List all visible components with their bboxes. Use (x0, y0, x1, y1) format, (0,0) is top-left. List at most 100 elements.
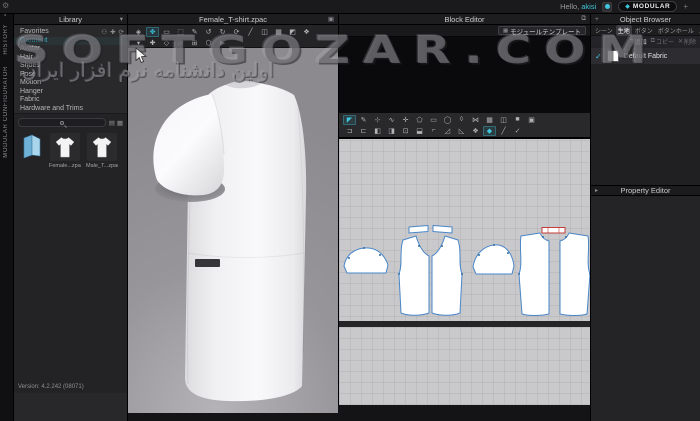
pattern-tool-icon[interactable]: ◆ (483, 126, 496, 136)
library-toolbar-icon[interactable]: ✚ (110, 28, 115, 36)
username-link[interactable]: akisi (581, 2, 596, 11)
object-browser-tab[interactable]: ボタンホール (656, 25, 696, 36)
topbar-plus-icon[interactable]: + (683, 2, 688, 11)
block-editor-header[interactable]: Block Editor ⧉ (339, 14, 590, 25)
fabric-list-item[interactable]: ✓ Default Fabric (591, 48, 700, 64)
library-toolbar-icon[interactable]: ⚇ (101, 28, 107, 36)
add-panel-icon[interactable]: + (595, 16, 599, 23)
pattern-tool-icon[interactable]: ✎ (357, 115, 370, 125)
library-category-item[interactable]: Motion (14, 79, 127, 88)
garment-tab[interactable]: Female_T-shirt.zpac ▣ (128, 14, 338, 25)
pattern-tool-icon[interactable]: ⬠ (413, 115, 426, 125)
library-category-item[interactable]: Hanger (14, 88, 127, 97)
viewport-tool-icon[interactable]: ◫ (258, 27, 271, 37)
object-browser-tab[interactable]: シーン (593, 25, 615, 36)
viewport-tool-icon[interactable]: ✎ (188, 27, 201, 37)
pattern-tool-icon[interactable]: ◊ (455, 115, 468, 125)
pattern-tool-icon[interactable]: ⊏ (357, 126, 370, 136)
pattern-2d-canvas[interactable] (339, 138, 591, 405)
viewport-tool-icon[interactable]: ❖ (300, 27, 313, 37)
fabric-swatch[interactable] (607, 50, 619, 62)
object-action-button[interactable]: ⧉ コピー (651, 37, 674, 46)
viewport-tool-icon[interactable]: ▶ (216, 38, 229, 48)
library-category-item[interactable]: Fabric (14, 96, 127, 105)
tab-options-icon[interactable]: ▣ (328, 15, 334, 23)
viewport-tool-icon[interactable]: ╱ (244, 27, 257, 37)
pattern-tool-icon[interactable]: ⊡ (399, 126, 412, 136)
garment-file-label: Male_T...zpac (86, 163, 118, 169)
viewport-tool-icon[interactable]: ⬚ (174, 27, 187, 37)
garment-file-item[interactable]: Male_T...zpac (86, 133, 118, 169)
pattern-tool-icon[interactable]: ■ (511, 115, 524, 125)
object-browser-panel: + Object Browser シーン生地ボタンボタンホールス.. + 追加 … (590, 14, 700, 421)
viewport-tool-icon[interactable]: ⊞ (188, 38, 201, 48)
pattern-tool-icon[interactable]: ⬓ (413, 126, 426, 136)
object-browser-tab[interactable]: 生地 (616, 25, 632, 36)
viewport-tool-icon[interactable]: ◇ (160, 38, 173, 48)
viewport-tool-icon[interactable]: ✥ (146, 27, 159, 37)
pattern-tool-icon[interactable]: ⌐ (427, 126, 440, 136)
viewport-tool-icon[interactable]: ◩ (286, 27, 299, 37)
pattern-tool-icon[interactable]: ╱ (497, 126, 510, 136)
history-tab[interactable]: HISTORY (3, 24, 9, 55)
library-category-item[interactable]: Pose (14, 71, 127, 80)
view-toggle-icon[interactable]: ▦ (117, 119, 123, 127)
library-category-item[interactable]: Hardware and Trims (14, 105, 127, 114)
sleeve-piece (344, 248, 388, 273)
view-toggle-icon[interactable]: ▤ (109, 119, 115, 127)
pattern-tool-icon[interactable]: ◨ (385, 126, 398, 136)
pattern-tool-icon[interactable]: ▣ (525, 115, 538, 125)
modular-button[interactable]: ◆ MODULAR (618, 1, 677, 12)
module-template-button[interactable]: ▦ モジュールテンプレート (498, 26, 586, 35)
pattern-tool-icon[interactable]: ∿ (385, 115, 398, 125)
library-category-item[interactable]: Avatar (14, 45, 127, 54)
viewport-tool-icon[interactable]: ⟳ (230, 27, 243, 37)
viewport-tool-icon[interactable]: ▾ (132, 38, 145, 48)
viewport-tool-icon[interactable]: ▱ (174, 38, 187, 48)
library-category-item[interactable]: Hair (14, 54, 127, 63)
object-browser-tab[interactable]: ボタン (633, 25, 655, 36)
pattern-tool-icon[interactable]: ✛ (399, 115, 412, 125)
viewport-tool-icon[interactable]: ↺ (202, 27, 215, 37)
pattern-tool-icon[interactable]: ❖ (469, 126, 482, 136)
pattern-tool-icon[interactable]: ⊹ (371, 115, 384, 125)
pattern-tool-icon[interactable]: ⋈ (469, 115, 482, 125)
viewport-tool-icon[interactable]: ▦ (272, 27, 285, 37)
viewport-tool-icon[interactable]: ▭ (160, 27, 173, 37)
chevron-down-icon[interactable]: ▾ (120, 15, 123, 23)
pattern-tool-icon[interactable]: ◤ (343, 115, 356, 125)
object-browser-actions: + 追加 ⧉ コピー ✕ 削除 (591, 36, 700, 46)
modular-configurator-tab[interactable]: MODULAR CONFIGURATOR (3, 66, 9, 158)
property-editor-header[interactable]: ▸ Property Editor (591, 185, 700, 196)
corner-icon[interactable]: ⚙ (2, 1, 9, 10)
parent-folder-item[interactable] (20, 133, 44, 159)
viewport-tool-icon[interactable]: ↻ (216, 27, 229, 37)
pattern-tool-icon[interactable]: ✓ (511, 126, 524, 136)
library-toolbar-icon[interactable]: ⟳ (119, 28, 124, 36)
pattern-tool-icon[interactable]: ◺ (455, 126, 468, 136)
garment-file-item[interactable]: Female...zpac (49, 133, 81, 169)
pattern-tool-icon[interactable]: ⊐ (343, 126, 356, 136)
viewport-tool-icon[interactable]: ⬡ (202, 38, 215, 48)
pattern-tool-icon[interactable]: ▭ (427, 115, 440, 125)
viewport-3d-canvas[interactable] (128, 48, 338, 413)
pattern-tool-icon[interactable]: ◫ (497, 115, 510, 125)
chevron-right-icon[interactable]: ▸ (595, 187, 598, 194)
pattern-tool-icon[interactable]: ◿ (441, 126, 454, 136)
corner-icon[interactable]: ◔ (2, 11, 9, 20)
panel-expand-icon[interactable]: ⧉ (581, 15, 586, 23)
object-browser-header[interactable]: + Object Browser (591, 14, 700, 25)
pattern-tool-icon[interactable]: ◧ (371, 126, 384, 136)
pattern-tool-icon[interactable]: ◯ (441, 115, 454, 125)
object-action-button[interactable]: ✕ 削除 (678, 37, 696, 46)
library-header[interactable]: Library ▾ (14, 14, 127, 25)
object-action-button[interactable]: + 追加 (630, 37, 647, 46)
pattern-tool-icon[interactable]: ▦ (483, 115, 496, 125)
viewport-tool-icon[interactable]: ◈ (132, 27, 145, 37)
search-input[interactable] (18, 118, 106, 127)
check-icon: ✓ (595, 52, 602, 61)
viewport-tool-icon[interactable]: ✚ (146, 38, 159, 48)
library-category-item[interactable]: Garment (14, 37, 127, 46)
avatar[interactable] (602, 2, 612, 12)
library-category-item[interactable]: Shoes (14, 62, 127, 71)
